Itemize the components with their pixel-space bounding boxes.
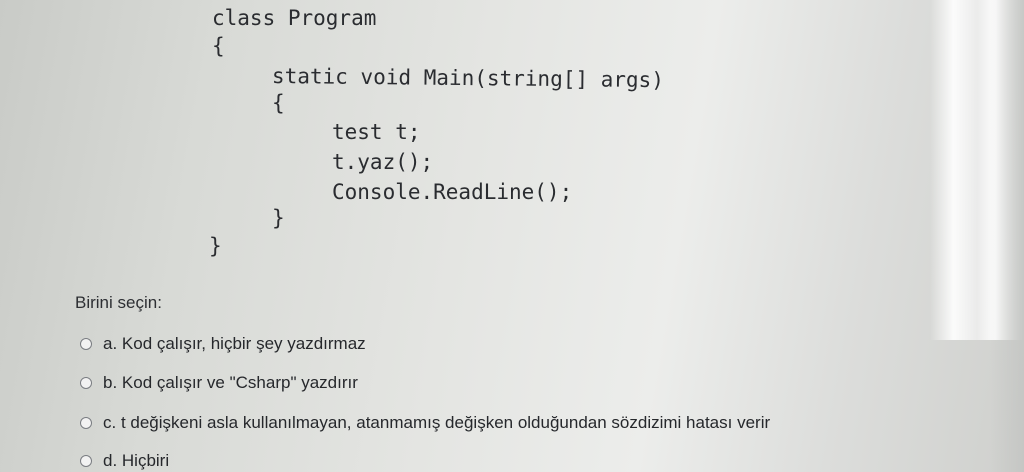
code-line-9: } [209, 234, 222, 258]
option-label: b. Kod çalışır ve "Csharp" yazdırır [103, 373, 358, 392]
code-line-1: class Program [212, 6, 377, 30]
radio-button-icon[interactable] [80, 377, 92, 389]
option-label: c. t değişkeni asla kullanılmayan, atanm… [103, 413, 771, 432]
answer-option-c[interactable]: c. t değişkeni asla kullanılmayan, atanm… [80, 413, 770, 433]
radio-button-icon[interactable] [80, 417, 92, 429]
radio-button-icon[interactable] [80, 455, 92, 467]
question-prompt: Birini seçin: [75, 293, 162, 312]
answer-option-a[interactable]: a. Kod çalışır, hiçbir şey yazdırmaz [80, 334, 366, 354]
code-line-5: test t; [332, 120, 421, 144]
radio-button-icon[interactable] [80, 338, 92, 350]
option-label: d. Hiçbiri [103, 451, 170, 470]
code-line-4: { [272, 91, 285, 115]
code-line-7: Console.ReadLine(); [332, 180, 573, 204]
code-line-3: static void Main(string[] args) [271, 64, 665, 93]
option-label: a. Kod çalışır, hiçbir şey yazdırmaz [103, 334, 366, 353]
code-line-8: } [272, 206, 285, 230]
code-line-6: t.yaz(); [332, 150, 434, 174]
screen-glare [930, 0, 1024, 340]
answer-option-b[interactable]: b. Kod çalışır ve "Csharp" yazdırır [80, 373, 358, 393]
screen-edge-shadow [990, 0, 1024, 472]
code-line-2: { [212, 34, 225, 58]
answer-option-d[interactable]: d. Hiçbiri [80, 451, 169, 471]
